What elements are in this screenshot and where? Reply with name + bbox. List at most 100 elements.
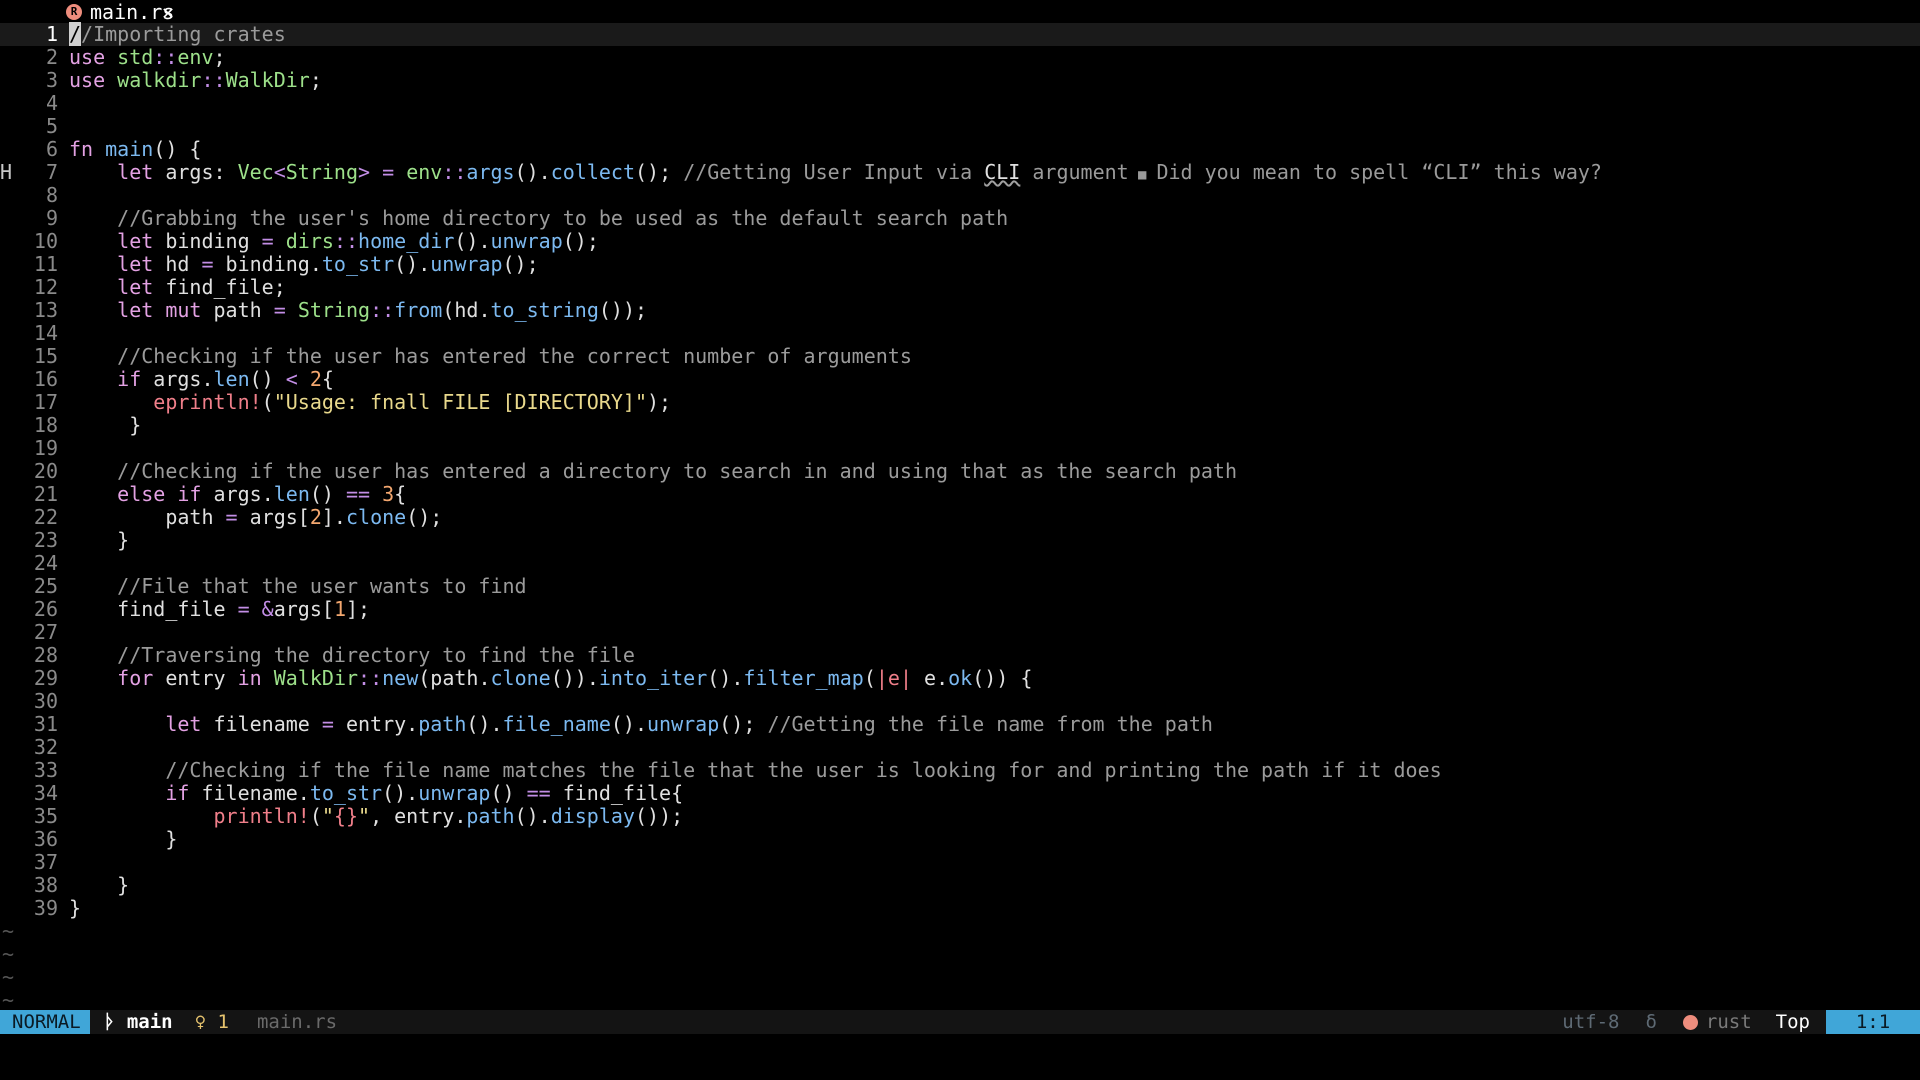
code-token: let — [117, 275, 154, 299]
tab-line: R main.rs ✕ — [0, 0, 1920, 24]
code-token: WalkDir — [273, 666, 359, 690]
line-number: 27 — [33, 620, 58, 644]
line-number: 38 — [33, 873, 58, 897]
code-text: } — [69, 828, 177, 851]
code-line[interactable]: 37 — [0, 851, 1920, 874]
code-token: 3 — [382, 482, 395, 506]
file-language: rust — [1682, 1011, 1752, 1033]
code-token: = — [201, 252, 214, 276]
code-line[interactable]: 26 find_file = &args[1]; — [0, 598, 1920, 621]
line-number: 3 — [45, 68, 58, 92]
code-line[interactable]: 25 //File that the user wants to find — [0, 575, 1920, 598]
code-line[interactable]: 17 eprintln!("Usage: fnall FILE [DIRECTO… — [0, 391, 1920, 414]
diagnostic-count[interactable]: ♀ 1 — [195, 1011, 229, 1033]
code-line[interactable]: 13 let mut path = String::from(hd.to_str… — [0, 299, 1920, 322]
code-line[interactable]: 28 //Traversing the directory to find th… — [0, 644, 1920, 667]
code-token: entry — [153, 666, 238, 690]
code-line[interactable]: 16 if args.len() < 2{ — [0, 368, 1920, 391]
file-encoding: utf-8 — [1562, 1011, 1620, 1033]
code-token: } — [69, 528, 130, 552]
editor-buffer[interactable]: 1//Importing crates 2 use std::env; 3 use wa… — [0, 22, 1920, 1012]
code-line[interactable]: 29 for entry in WalkDir::new(path.clone(… — [0, 667, 1920, 690]
code-line[interactable]: 4 — [0, 92, 1920, 115]
code-line[interactable]: 19 — [0, 437, 1920, 460]
line-number: 5 — [45, 114, 58, 138]
code-line[interactable]: 31 let filename = entry.path().file_name… — [0, 713, 1920, 736]
code-line[interactable]: 34 if filename.to_str().unwrap() == find… — [0, 782, 1920, 805]
sign-column: H — [0, 160, 13, 184]
code-line[interactable]: 14 — [0, 322, 1920, 345]
code-line[interactable]: 32 — [0, 736, 1920, 759]
code-token: (). — [707, 666, 744, 690]
line-number: 4 — [45, 91, 58, 115]
code-token: WalkDir — [225, 68, 310, 92]
code-line[interactable]: 6 fn main() { — [0, 138, 1920, 161]
code-token: = — [237, 597, 250, 621]
line-number: 22 — [33, 505, 58, 529]
code-line[interactable]: 27 — [0, 621, 1920, 644]
line-number: 37 — [33, 850, 58, 874]
code-token: ok — [948, 666, 973, 690]
status-filename: main.rs — [256, 1011, 338, 1033]
code-line[interactable]: 33 //Checking if the file name matches t… — [0, 759, 1920, 782]
code-line[interactable]: 30 — [0, 690, 1920, 713]
branch-name: main — [126, 1011, 173, 1033]
tab-main-rs[interactable]: R main.rs — [66, 0, 174, 24]
code-text: //File that the user wants to find — [69, 574, 526, 598]
code-line[interactable]: H 7 let args: Vec<String> = env::args().c… — [0, 161, 1920, 184]
code-line[interactable]: 35 println!("{}", entry.path().display()… — [0, 805, 1920, 828]
code-token: len — [273, 482, 310, 506]
code-token: filename. — [189, 781, 310, 805]
code-text: find_file = &args[1]; — [69, 598, 370, 621]
language-label: rust — [1705, 1011, 1752, 1033]
line-number: 11 — [33, 252, 58, 276]
code-line[interactable]: 3 use walkdir::WalkDir; — [0, 69, 1920, 92]
code-token: = — [261, 229, 274, 253]
code-line[interactable]: 1 //Importing crates — [0, 22, 1920, 46]
code-line[interactable]: 38 } — [0, 874, 1920, 897]
code-line[interactable]: 20 //Checking if the user has entered a … — [0, 460, 1920, 483]
close-icon[interactable]: ✕ — [162, 0, 174, 24]
line-number: 32 — [33, 735, 58, 759]
code-line[interactable]: 22 path = args[2].clone(); — [0, 506, 1920, 529]
code-line[interactable]: 2 use std::env; — [0, 46, 1920, 69]
code-line[interactable]: 36 } — [0, 828, 1920, 851]
code-line[interactable]: 12 let find_file; — [0, 276, 1920, 299]
code-token: (). — [610, 712, 648, 736]
code-line[interactable]: 9 //Grabbing the user's home directory t… — [0, 207, 1920, 230]
code-token: //Getting the file name from the path — [767, 712, 1213, 736]
code-line[interactable]: 15 //Checking if the user has entered th… — [0, 345, 1920, 368]
code-text: } — [69, 874, 129, 897]
code-token: String — [285, 160, 359, 184]
git-branch: ᚦ main — [104, 1011, 173, 1033]
code-token: walkdir — [117, 68, 202, 92]
code-token: //Checking if the user has entered the c… — [117, 344, 912, 368]
code-token: ]; — [345, 597, 371, 621]
code-token: from — [394, 298, 443, 322]
code-token: hd — [153, 252, 202, 276]
code-token: ( — [309, 804, 322, 828]
code-line[interactable]: 21 else if args.len() == 3{ — [0, 483, 1920, 506]
rust-icon: R — [66, 3, 82, 20]
code-line[interactable]: 39} — [0, 897, 1920, 920]
code-line[interactable]: 5 — [0, 115, 1920, 138]
code-text: use walkdir::WalkDir; — [69, 69, 322, 92]
code-token: ; — [309, 68, 322, 92]
code-line[interactable]: 24 — [0, 552, 1920, 575]
code-line[interactable]: 11 let hd = binding.to_str().unwrap(); — [0, 253, 1920, 276]
code-text: if args.len() < 2{ — [69, 368, 334, 391]
code-line[interactable]: 23 } — [0, 529, 1920, 552]
line-number: 18 — [33, 413, 58, 437]
code-token: filename — [201, 712, 322, 736]
code-line[interactable]: 10 let binding = dirs::home_dir().unwrap… — [0, 230, 1920, 253]
code-line[interactable]: 18 } — [0, 414, 1920, 437]
code-token: & — [261, 597, 274, 621]
code-line[interactable]: 8 — [0, 184, 1920, 207]
diagnostic-square-icon: ■ — [1138, 167, 1147, 183]
